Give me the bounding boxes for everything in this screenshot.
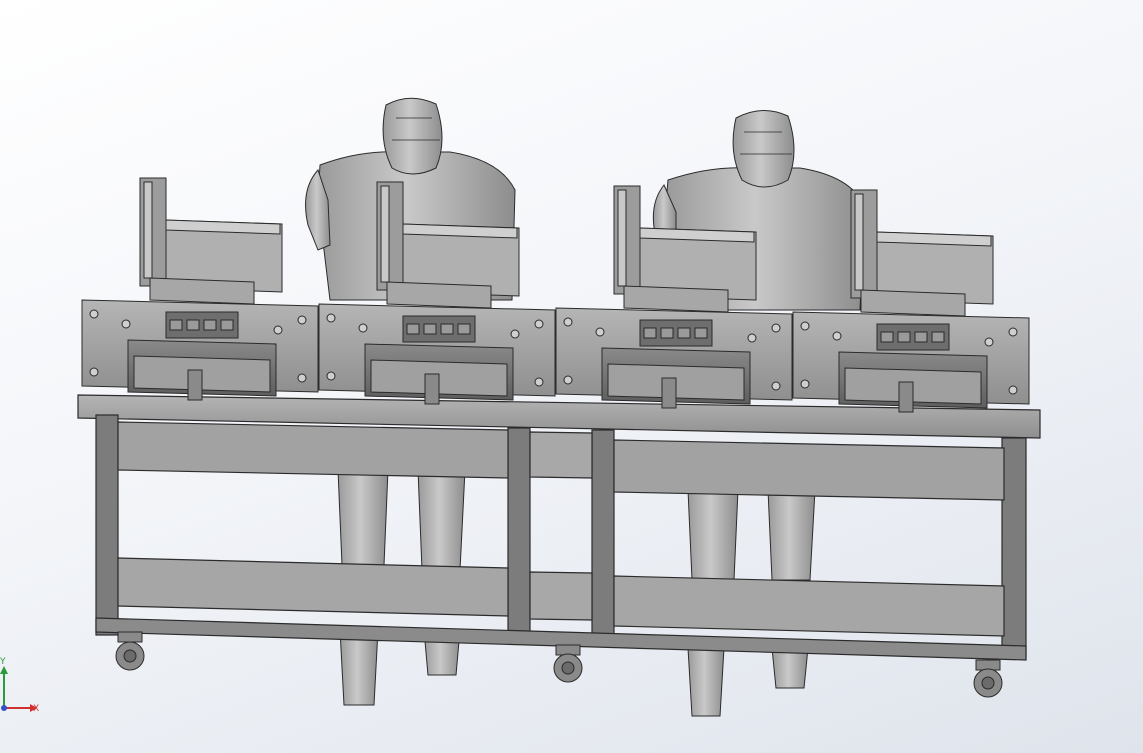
bench-frame[interactable] xyxy=(77,394,1041,661)
connector-pin xyxy=(897,331,911,343)
bolt xyxy=(297,373,307,383)
fixture-plate xyxy=(623,285,729,313)
fixture-plate xyxy=(149,277,255,305)
bolt xyxy=(747,333,757,343)
y-axis-arrow xyxy=(0,666,8,674)
connector-pin xyxy=(694,327,708,339)
connector-pin xyxy=(931,331,945,343)
workstation-fixtures[interactable] xyxy=(81,177,1030,413)
connector-pin xyxy=(677,327,691,339)
bolt xyxy=(771,381,781,391)
connector-pin xyxy=(203,319,217,331)
bolt xyxy=(534,319,544,329)
clamp-arm-face xyxy=(617,189,627,287)
bolt xyxy=(534,377,544,387)
bolt xyxy=(510,329,520,339)
bolt xyxy=(771,323,781,333)
z-axis-dot xyxy=(1,705,7,711)
tray-latch xyxy=(661,377,677,409)
tray-latch xyxy=(187,369,203,401)
connector-pin xyxy=(643,327,657,339)
graphics-viewport[interactable]: Y X xyxy=(0,0,1143,753)
fixture-plate xyxy=(386,281,492,309)
bolt xyxy=(121,319,131,329)
clamp-arm-face xyxy=(380,185,390,283)
connector-pin xyxy=(440,323,454,335)
bolt xyxy=(326,371,336,381)
bolt xyxy=(800,379,810,389)
bolt xyxy=(89,309,99,319)
bolt xyxy=(800,321,810,331)
bolt xyxy=(358,323,368,333)
cad-model-scene[interactable]: Y X xyxy=(0,0,1143,753)
bolt xyxy=(984,337,994,347)
connector-pin xyxy=(880,331,894,343)
connector-pin xyxy=(186,319,200,331)
workstation-1[interactable] xyxy=(81,177,319,401)
tray-latch xyxy=(424,373,440,405)
bolt xyxy=(297,315,307,325)
y-axis-label: Y xyxy=(0,657,6,667)
tray-latch xyxy=(898,381,914,413)
connector-pin xyxy=(914,331,928,343)
bolt xyxy=(89,367,99,377)
connector-pin xyxy=(423,323,437,335)
coordinate-triad: Y X xyxy=(0,657,39,714)
bolt xyxy=(563,317,573,327)
bolt xyxy=(273,325,283,335)
x-axis-label: X xyxy=(33,704,39,714)
connector-pin xyxy=(406,323,420,335)
bolt xyxy=(1008,327,1018,337)
connector-pin xyxy=(220,319,234,331)
connector-pin xyxy=(457,323,471,335)
connector-pin xyxy=(660,327,674,339)
clamp-arm-face xyxy=(143,181,153,279)
clamp-arm-face xyxy=(854,193,864,291)
bolt xyxy=(563,375,573,385)
connector-pin xyxy=(169,319,183,331)
bolt xyxy=(832,331,842,341)
bolt xyxy=(1008,385,1018,395)
fixture-plate xyxy=(860,289,966,317)
bolt xyxy=(595,327,605,337)
bolt xyxy=(326,313,336,323)
